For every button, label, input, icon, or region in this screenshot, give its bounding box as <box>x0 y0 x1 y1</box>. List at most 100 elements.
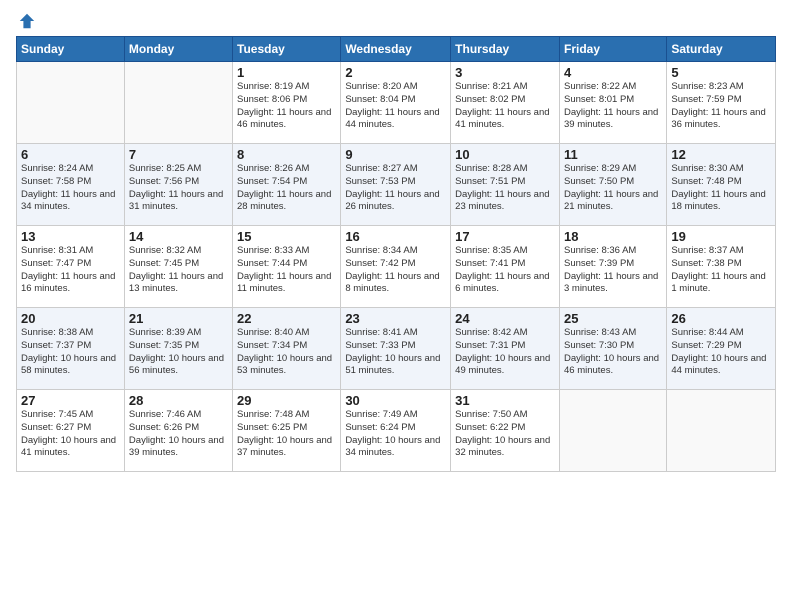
calendar-cell: 18Sunrise: 8:36 AM Sunset: 7:39 PM Dayli… <box>559 226 666 308</box>
day-info: Sunrise: 8:32 AM Sunset: 7:45 PM Dayligh… <box>129 245 228 296</box>
day-info: Sunrise: 8:28 AM Sunset: 7:51 PM Dayligh… <box>455 163 555 214</box>
calendar-cell: 27Sunrise: 7:45 AM Sunset: 6:27 PM Dayli… <box>17 390 125 472</box>
day-number: 16 <box>345 229 446 244</box>
weekday-friday: Friday <box>559 37 666 62</box>
day-number: 22 <box>237 311 336 326</box>
day-number: 24 <box>455 311 555 326</box>
day-info: Sunrise: 8:36 AM Sunset: 7:39 PM Dayligh… <box>564 245 662 296</box>
calendar-cell: 6Sunrise: 8:24 AM Sunset: 7:58 PM Daylig… <box>17 144 125 226</box>
calendar-cell: 14Sunrise: 8:32 AM Sunset: 7:45 PM Dayli… <box>124 226 232 308</box>
day-number: 13 <box>21 229 120 244</box>
calendar-cell <box>667 390 776 472</box>
calendar-cell: 19Sunrise: 8:37 AM Sunset: 7:38 PM Dayli… <box>667 226 776 308</box>
day-number: 1 <box>237 65 336 80</box>
day-info: Sunrise: 8:41 AM Sunset: 7:33 PM Dayligh… <box>345 327 446 378</box>
calendar-cell <box>124 62 232 144</box>
day-number: 8 <box>237 147 336 162</box>
day-number: 20 <box>21 311 120 326</box>
weekday-wednesday: Wednesday <box>341 37 451 62</box>
day-number: 5 <box>671 65 771 80</box>
week-row-1: 1Sunrise: 8:19 AM Sunset: 8:06 PM Daylig… <box>17 62 776 144</box>
week-row-3: 13Sunrise: 8:31 AM Sunset: 7:47 PM Dayli… <box>17 226 776 308</box>
day-number: 3 <box>455 65 555 80</box>
day-number: 11 <box>564 147 662 162</box>
calendar-cell: 9Sunrise: 8:27 AM Sunset: 7:53 PM Daylig… <box>341 144 451 226</box>
day-number: 30 <box>345 393 446 408</box>
day-info: Sunrise: 8:35 AM Sunset: 7:41 PM Dayligh… <box>455 245 555 296</box>
calendar-cell: 7Sunrise: 8:25 AM Sunset: 7:56 PM Daylig… <box>124 144 232 226</box>
day-info: Sunrise: 8:34 AM Sunset: 7:42 PM Dayligh… <box>345 245 446 296</box>
day-number: 27 <box>21 393 120 408</box>
day-info: Sunrise: 8:43 AM Sunset: 7:30 PM Dayligh… <box>564 327 662 378</box>
day-number: 26 <box>671 311 771 326</box>
calendar-cell: 3Sunrise: 8:21 AM Sunset: 8:02 PM Daylig… <box>451 62 560 144</box>
calendar: SundayMondayTuesdayWednesdayThursdayFrid… <box>16 36 776 472</box>
header <box>16 12 776 30</box>
day-info: Sunrise: 7:49 AM Sunset: 6:24 PM Dayligh… <box>345 409 446 460</box>
day-number: 18 <box>564 229 662 244</box>
day-number: 25 <box>564 311 662 326</box>
week-row-4: 20Sunrise: 8:38 AM Sunset: 7:37 PM Dayli… <box>17 308 776 390</box>
calendar-cell: 25Sunrise: 8:43 AM Sunset: 7:30 PM Dayli… <box>559 308 666 390</box>
logo <box>16 12 36 30</box>
calendar-cell: 8Sunrise: 8:26 AM Sunset: 7:54 PM Daylig… <box>233 144 341 226</box>
day-number: 7 <box>129 147 228 162</box>
day-number: 4 <box>564 65 662 80</box>
calendar-cell: 28Sunrise: 7:46 AM Sunset: 6:26 PM Dayli… <box>124 390 232 472</box>
day-number: 15 <box>237 229 336 244</box>
day-number: 9 <box>345 147 446 162</box>
day-info: Sunrise: 8:44 AM Sunset: 7:29 PM Dayligh… <box>671 327 771 378</box>
calendar-cell <box>17 62 125 144</box>
calendar-cell: 13Sunrise: 8:31 AM Sunset: 7:47 PM Dayli… <box>17 226 125 308</box>
day-info: Sunrise: 7:50 AM Sunset: 6:22 PM Dayligh… <box>455 409 555 460</box>
calendar-cell: 30Sunrise: 7:49 AM Sunset: 6:24 PM Dayli… <box>341 390 451 472</box>
logo-icon <box>18 12 36 30</box>
week-row-2: 6Sunrise: 8:24 AM Sunset: 7:58 PM Daylig… <box>17 144 776 226</box>
day-number: 6 <box>21 147 120 162</box>
day-info: Sunrise: 8:40 AM Sunset: 7:34 PM Dayligh… <box>237 327 336 378</box>
day-info: Sunrise: 8:21 AM Sunset: 8:02 PM Dayligh… <box>455 81 555 132</box>
calendar-cell: 11Sunrise: 8:29 AM Sunset: 7:50 PM Dayli… <box>559 144 666 226</box>
calendar-cell: 2Sunrise: 8:20 AM Sunset: 8:04 PM Daylig… <box>341 62 451 144</box>
calendar-cell: 5Sunrise: 8:23 AM Sunset: 7:59 PM Daylig… <box>667 62 776 144</box>
day-number: 17 <box>455 229 555 244</box>
calendar-cell: 1Sunrise: 8:19 AM Sunset: 8:06 PM Daylig… <box>233 62 341 144</box>
day-info: Sunrise: 8:31 AM Sunset: 7:47 PM Dayligh… <box>21 245 120 296</box>
day-info: Sunrise: 8:23 AM Sunset: 7:59 PM Dayligh… <box>671 81 771 132</box>
day-info: Sunrise: 8:33 AM Sunset: 7:44 PM Dayligh… <box>237 245 336 296</box>
day-info: Sunrise: 8:24 AM Sunset: 7:58 PM Dayligh… <box>21 163 120 214</box>
calendar-cell: 17Sunrise: 8:35 AM Sunset: 7:41 PM Dayli… <box>451 226 560 308</box>
page: SundayMondayTuesdayWednesdayThursdayFrid… <box>0 0 792 612</box>
calendar-cell: 26Sunrise: 8:44 AM Sunset: 7:29 PM Dayli… <box>667 308 776 390</box>
day-info: Sunrise: 8:38 AM Sunset: 7:37 PM Dayligh… <box>21 327 120 378</box>
calendar-cell: 16Sunrise: 8:34 AM Sunset: 7:42 PM Dayli… <box>341 226 451 308</box>
day-number: 23 <box>345 311 446 326</box>
day-info: Sunrise: 8:29 AM Sunset: 7:50 PM Dayligh… <box>564 163 662 214</box>
day-info: Sunrise: 8:42 AM Sunset: 7:31 PM Dayligh… <box>455 327 555 378</box>
calendar-cell: 20Sunrise: 8:38 AM Sunset: 7:37 PM Dayli… <box>17 308 125 390</box>
day-info: Sunrise: 8:25 AM Sunset: 7:56 PM Dayligh… <box>129 163 228 214</box>
weekday-monday: Monday <box>124 37 232 62</box>
day-number: 19 <box>671 229 771 244</box>
day-number: 28 <box>129 393 228 408</box>
weekday-tuesday: Tuesday <box>233 37 341 62</box>
day-number: 29 <box>237 393 336 408</box>
day-number: 21 <box>129 311 228 326</box>
week-row-5: 27Sunrise: 7:45 AM Sunset: 6:27 PM Dayli… <box>17 390 776 472</box>
calendar-cell: 21Sunrise: 8:39 AM Sunset: 7:35 PM Dayli… <box>124 308 232 390</box>
calendar-cell: 22Sunrise: 8:40 AM Sunset: 7:34 PM Dayli… <box>233 308 341 390</box>
weekday-header-row: SundayMondayTuesdayWednesdayThursdayFrid… <box>17 37 776 62</box>
day-info: Sunrise: 8:30 AM Sunset: 7:48 PM Dayligh… <box>671 163 771 214</box>
day-info: Sunrise: 8:27 AM Sunset: 7:53 PM Dayligh… <box>345 163 446 214</box>
weekday-saturday: Saturday <box>667 37 776 62</box>
day-number: 10 <box>455 147 555 162</box>
day-info: Sunrise: 8:20 AM Sunset: 8:04 PM Dayligh… <box>345 81 446 132</box>
weekday-sunday: Sunday <box>17 37 125 62</box>
day-info: Sunrise: 8:37 AM Sunset: 7:38 PM Dayligh… <box>671 245 771 296</box>
day-info: Sunrise: 7:46 AM Sunset: 6:26 PM Dayligh… <box>129 409 228 460</box>
calendar-cell: 24Sunrise: 8:42 AM Sunset: 7:31 PM Dayli… <box>451 308 560 390</box>
calendar-cell: 29Sunrise: 7:48 AM Sunset: 6:25 PM Dayli… <box>233 390 341 472</box>
day-info: Sunrise: 8:19 AM Sunset: 8:06 PM Dayligh… <box>237 81 336 132</box>
day-info: Sunrise: 7:48 AM Sunset: 6:25 PM Dayligh… <box>237 409 336 460</box>
day-info: Sunrise: 8:22 AM Sunset: 8:01 PM Dayligh… <box>564 81 662 132</box>
